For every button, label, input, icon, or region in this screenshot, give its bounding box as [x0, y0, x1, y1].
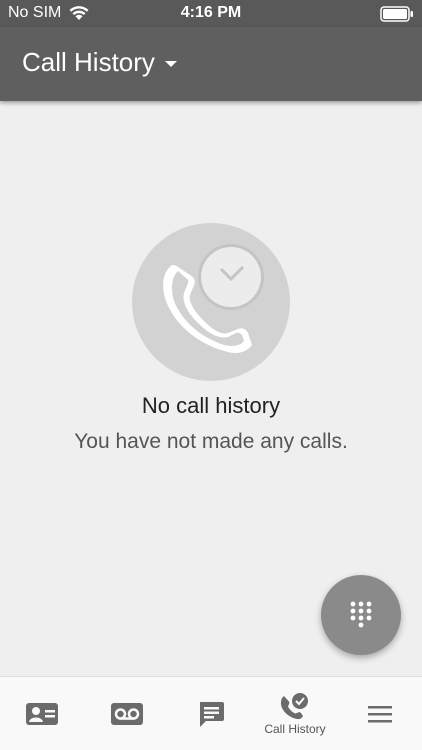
dialpad-button[interactable] — [321, 575, 401, 655]
nav-item-messages[interactable] — [181, 677, 241, 750]
app-bar: Call History — [0, 27, 422, 101]
call-history-icon — [280, 693, 308, 720]
clock: 4:16 PM — [180, 4, 242, 21]
menu-icon — [368, 706, 392, 723]
nav-item-more-menu[interactable] — [350, 677, 410, 750]
dialpad-icon — [350, 601, 372, 628]
call-history-illustration — [132, 223, 290, 381]
page-title: Call History — [22, 47, 155, 77]
nav-item-voicemail[interactable] — [97, 677, 157, 750]
screen: No SIM 4:16 PM Call History No call hist… — [0, 0, 422, 750]
nav-item-call-history[interactable]: Call History — [250, 677, 340, 750]
contacts-card-icon — [26, 703, 58, 725]
battery-icon — [380, 6, 413, 22]
nav-item-label: Call History — [264, 722, 326, 736]
nav-item-contacts[interactable] — [12, 677, 72, 750]
voicemail-icon — [111, 703, 143, 725]
message-icon — [200, 702, 224, 727]
empty-state-title: No call history — [141, 393, 281, 418]
status-bar: No SIM 4:16 PM — [0, 0, 422, 27]
caret-down-icon — [164, 61, 177, 67]
view-selector-dropdown[interactable]: Call History — [22, 47, 177, 78]
bottom-navigation: Call History — [0, 676, 422, 750]
empty-state-subtitle: You have not made any calls. — [74, 430, 348, 453]
